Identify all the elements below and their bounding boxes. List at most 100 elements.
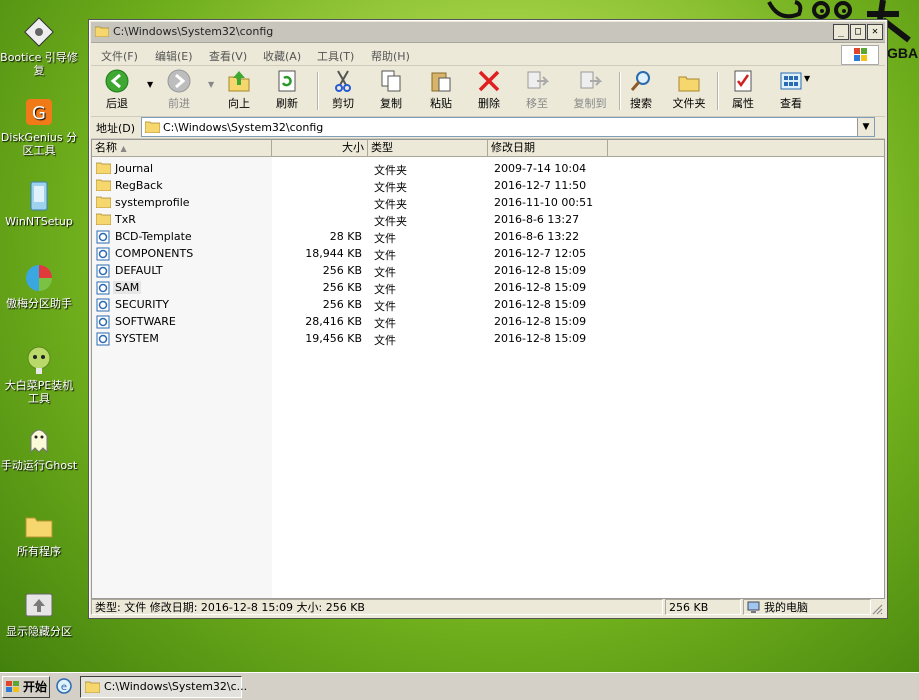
- taskbar: 开始 e C:\Windows\System32\c...: [0, 672, 919, 700]
- forward-button[interactable]: 前进: [159, 69, 199, 111]
- menu-help[interactable]: 帮助(H): [371, 48, 410, 64]
- ghost-icon: [30, 429, 48, 454]
- cell-name: SAM: [113, 281, 142, 294]
- cell-size: 19,456 KB: [305, 332, 362, 345]
- desktop-icon-cabbage[interactable]: 大白菜PE装机工具: [0, 344, 78, 405]
- forward-arrow-icon: [167, 69, 191, 93]
- windows-logo-icon: [841, 45, 879, 65]
- start-button[interactable]: 开始: [2, 676, 50, 698]
- windows-flag-icon: [6, 681, 19, 692]
- address-input[interactable]: C:\Windows\System32\config ▼: [141, 117, 875, 137]
- cell-date: 2016-12-8 15:09: [494, 332, 587, 345]
- cell-date: 2016-11-10 00:51: [494, 196, 594, 209]
- folders-button[interactable]: 文件夹: [667, 69, 711, 111]
- address-dropdown-button[interactable]: ▼: [857, 118, 874, 136]
- cell-size: 256 KB: [322, 298, 362, 311]
- column-header-size[interactable]: 大小: [272, 140, 368, 156]
- status-location: 我的电脑: [743, 599, 871, 615]
- taskbar-window-button[interactable]: C:\Windows\System32\c...: [80, 676, 247, 698]
- cell-name: SECURITY: [115, 298, 169, 311]
- cell-type: 文件: [374, 283, 396, 296]
- up-button[interactable]: 向上: [219, 69, 259, 111]
- paste-icon: [431, 72, 451, 92]
- desktop-icon-winntsetup[interactable]: WinNTSetup: [0, 180, 78, 228]
- menu-edit[interactable]: 编辑(E): [155, 48, 193, 64]
- column-header-name[interactable]: 名称 ▲: [92, 140, 272, 156]
- column-header-modified[interactable]: 修改日期: [488, 140, 608, 156]
- cell-type: 文件夹: [374, 215, 407, 228]
- table-row[interactable]: systemprofile 文件夹 2016-11-10 00:51: [92, 194, 884, 211]
- close-button[interactable]: ✕: [867, 24, 883, 40]
- cut-button[interactable]: 剪切: [323, 69, 363, 111]
- table-row[interactable]: RegBack 文件夹 2016-12-7 11:50: [92, 177, 884, 194]
- desktop-icon-partition-assistant[interactable]: 傲梅分区助手: [0, 262, 78, 310]
- minimize-button[interactable]: _: [833, 24, 849, 40]
- back-dropdown-icon[interactable]: ▼: [147, 80, 153, 89]
- table-row[interactable]: DEFAULT 256 KB 文件 2016-12-8 15:09: [92, 262, 884, 279]
- table-row[interactable]: COMPONENTS 18,944 KB 文件 2016-12-7 12:05: [92, 245, 884, 262]
- desktop-icon-diskgenius[interactable]: G DiskGenius 分区工具: [0, 96, 78, 157]
- column-header-type[interactable]: 类型: [368, 140, 488, 156]
- properties-icon: [734, 70, 752, 92]
- desktop-icon-ghost[interactable]: 手动运行Ghost: [0, 424, 78, 472]
- my-computer-icon: [747, 601, 760, 613]
- menu-view[interactable]: 查看(V): [209, 48, 247, 64]
- views-grid-icon: [780, 72, 802, 90]
- folder-icon: [85, 681, 100, 693]
- paste-button[interactable]: 粘贴: [421, 69, 461, 111]
- delete-button[interactable]: 删除: [469, 69, 509, 111]
- desktop-icon-hidden-partition[interactable]: 显示隐藏分区: [0, 590, 78, 638]
- forward-dropdown-icon[interactable]: ▼: [208, 80, 214, 89]
- cell-date: 2016-12-7 12:05: [494, 247, 587, 260]
- cell-type: 文件夹: [374, 181, 407, 194]
- cell-name: DEFAULT: [115, 264, 163, 277]
- desktop-icon-label: 傲梅分区助手: [6, 297, 72, 310]
- desktop-icon-bootice[interactable]: Bootice 引导修复: [0, 16, 78, 77]
- resize-grip-icon[interactable]: [871, 603, 883, 615]
- toolbar: 后退 ▼ 前进 ▼ 向上 刷新 剪切 复制 粘贴 删除 移至 复制到 搜索 文件…: [91, 66, 885, 117]
- cell-name: COMPONENTS: [115, 247, 194, 260]
- table-row[interactable]: Journal 文件夹 2009-7-14 10:04: [92, 160, 884, 177]
- cell-size: 28 KB: [329, 230, 362, 243]
- properties-button[interactable]: 属性: [723, 69, 763, 111]
- refresh-button[interactable]: 刷新: [267, 69, 307, 111]
- views-dropdown-icon[interactable]: ▼: [804, 74, 810, 83]
- menu-file[interactable]: 文件(F): [101, 48, 138, 64]
- copy-button[interactable]: 复制: [371, 69, 411, 111]
- explorer-window: C:\Windows\System32\config _ □ ✕ 文件(F) 编…: [88, 19, 888, 619]
- table-row[interactable]: SAM 256 KB 文件 2016-12-8 15:09: [92, 279, 884, 296]
- maximize-button[interactable]: □: [850, 24, 866, 40]
- ie-quicklaunch-icon[interactable]: e: [56, 678, 72, 694]
- desktop-icon-label: 所有程序: [17, 545, 61, 558]
- copy-to-button[interactable]: 复制到: [565, 69, 615, 111]
- taskbar-window-label: C:\Windows\System32\c...: [104, 680, 248, 693]
- menu-favorites[interactable]: 收藏(A): [263, 48, 301, 64]
- address-label: 地址(D): [96, 122, 136, 135]
- cell-name: RegBack: [115, 179, 163, 192]
- cell-name: BCD-Template: [115, 230, 192, 243]
- refresh-icon: [278, 70, 296, 92]
- table-row[interactable]: TxR 文件夹 2016-8-6 13:27: [92, 211, 884, 228]
- back-button[interactable]: 后退: [97, 69, 137, 111]
- table-row[interactable]: BCD-Template 28 KB 文件 2016-8-6 13:22: [92, 228, 884, 245]
- move-to-button[interactable]: 移至: [517, 69, 557, 111]
- status-size: 256 KB: [665, 599, 741, 615]
- search-button[interactable]: 搜索: [621, 69, 661, 111]
- winntsetup-icon: [30, 181, 48, 211]
- table-row[interactable]: SECURITY 256 KB 文件 2016-12-8 15:09: [92, 296, 884, 313]
- cell-size: 28,416 KB: [305, 315, 362, 328]
- cell-name: Journal: [115, 162, 154, 175]
- toolbar-separator: [717, 72, 719, 110]
- cell-size: 256 KB: [322, 281, 362, 294]
- title-bar[interactable]: C:\Windows\System32\config _ □ ✕: [91, 22, 885, 43]
- cell-date: 2016-8-6 13:22: [494, 230, 580, 243]
- table-row[interactable]: SOFTWARE 28,416 KB 文件 2016-12-8 15:09: [92, 313, 884, 330]
- table-row[interactable]: SYSTEM 19,456 KB 文件 2016-12-8 15:09: [92, 330, 884, 347]
- bootice-icon: [24, 17, 54, 47]
- folder-icon: [145, 121, 160, 133]
- cell-name: systemprofile: [115, 196, 190, 209]
- file-list[interactable]: 名称 ▲ 大小 类型 修改日期 Journal 文件夹 2009-7-14 10:0…: [91, 139, 885, 599]
- menu-tools[interactable]: 工具(T): [317, 48, 354, 64]
- cell-size: 18,944 KB: [305, 247, 362, 260]
- desktop-icon-all-programs[interactable]: 所有程序: [0, 510, 78, 558]
